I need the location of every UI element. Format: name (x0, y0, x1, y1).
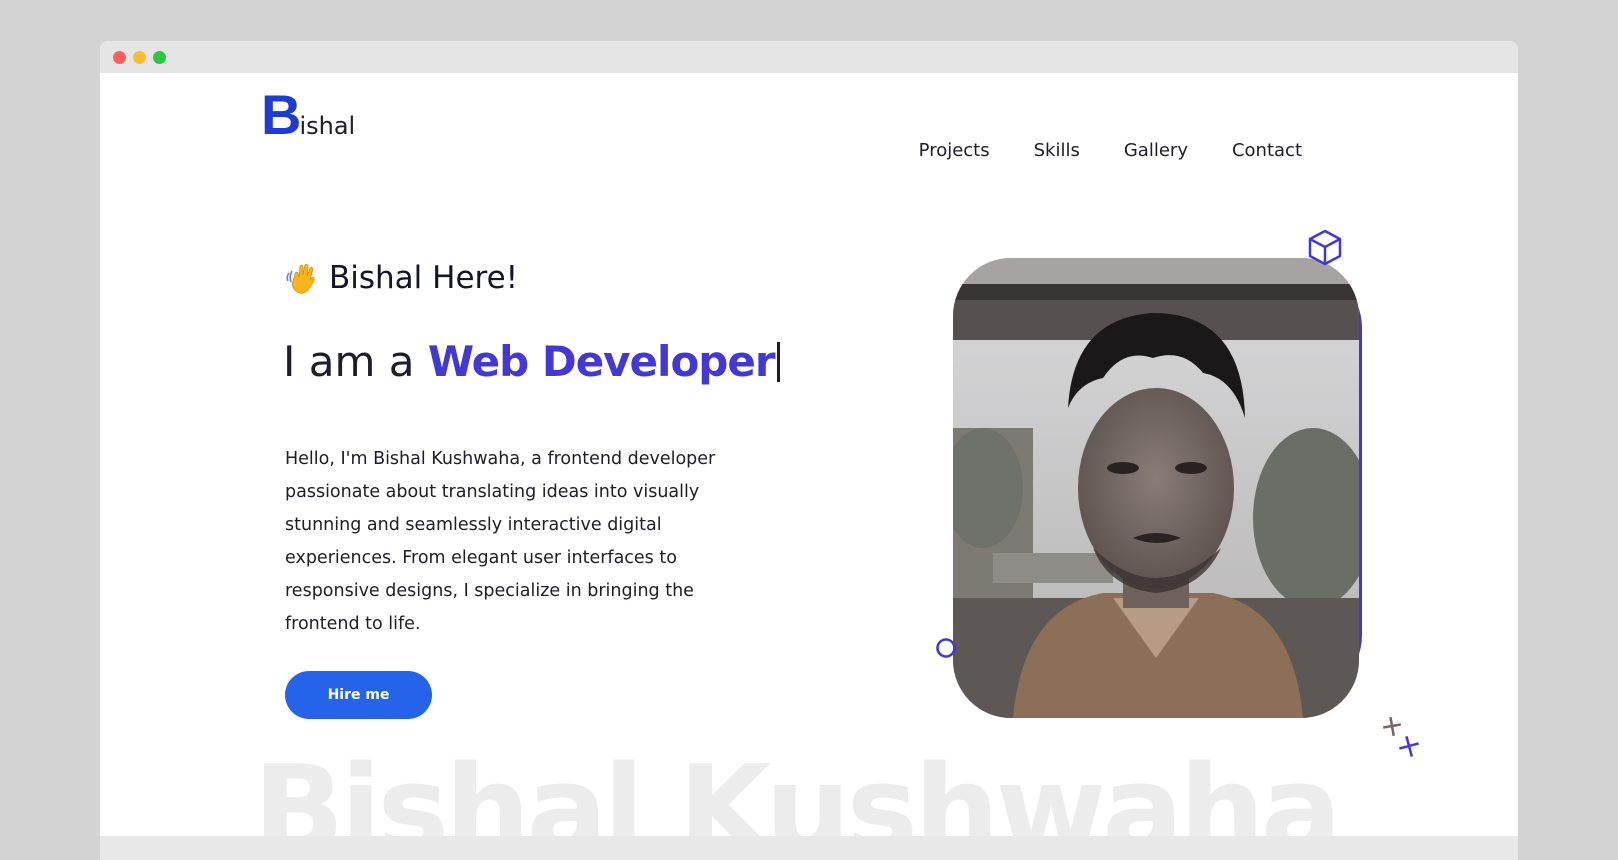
profile-photo (953, 258, 1359, 718)
nav-item-skills[interactable]: Skills (1034, 139, 1080, 163)
greeting: Bishal Here! (285, 260, 518, 296)
logo-text: ishal (299, 112, 356, 140)
cube-icon (1308, 229, 1342, 266)
typing-cursor (776, 342, 780, 382)
logo-initial: B (261, 83, 301, 146)
profile-photo-group (929, 216, 1429, 776)
window-titlebar (100, 41, 1518, 73)
hire-me-button[interactable]: Hire me (285, 671, 432, 719)
wave-hand-icon (286, 263, 315, 294)
hero-headline: I am a Web Developer (283, 337, 780, 386)
cross-decoration (1382, 716, 1419, 757)
nav-item-gallery[interactable]: Gallery (1124, 139, 1188, 163)
nav-item-projects[interactable]: Projects (919, 139, 990, 163)
next-section-strip (100, 836, 1518, 860)
minimize-window-button[interactable] (133, 51, 146, 64)
main-nav: Projects Skills Gallery Contact (919, 139, 1302, 163)
headline-role: Web Developer (427, 337, 776, 386)
portrait-illustration (953, 258, 1359, 718)
hero-bio: Hello, I'm Bishal Kushwaha, a frontend d… (285, 449, 716, 634)
circle-decoration (936, 638, 956, 658)
greeting-text: Bishal Here! (329, 260, 519, 296)
nav-item-contact[interactable]: Contact (1232, 139, 1302, 163)
maximize-window-button[interactable] (153, 51, 166, 64)
headline-prefix: I am a (283, 337, 428, 386)
browser-window: B ishal Projects Skills Gallery Contact … (100, 41, 1518, 860)
site-logo[interactable]: B ishal (261, 83, 356, 146)
close-window-button[interactable] (113, 51, 126, 64)
